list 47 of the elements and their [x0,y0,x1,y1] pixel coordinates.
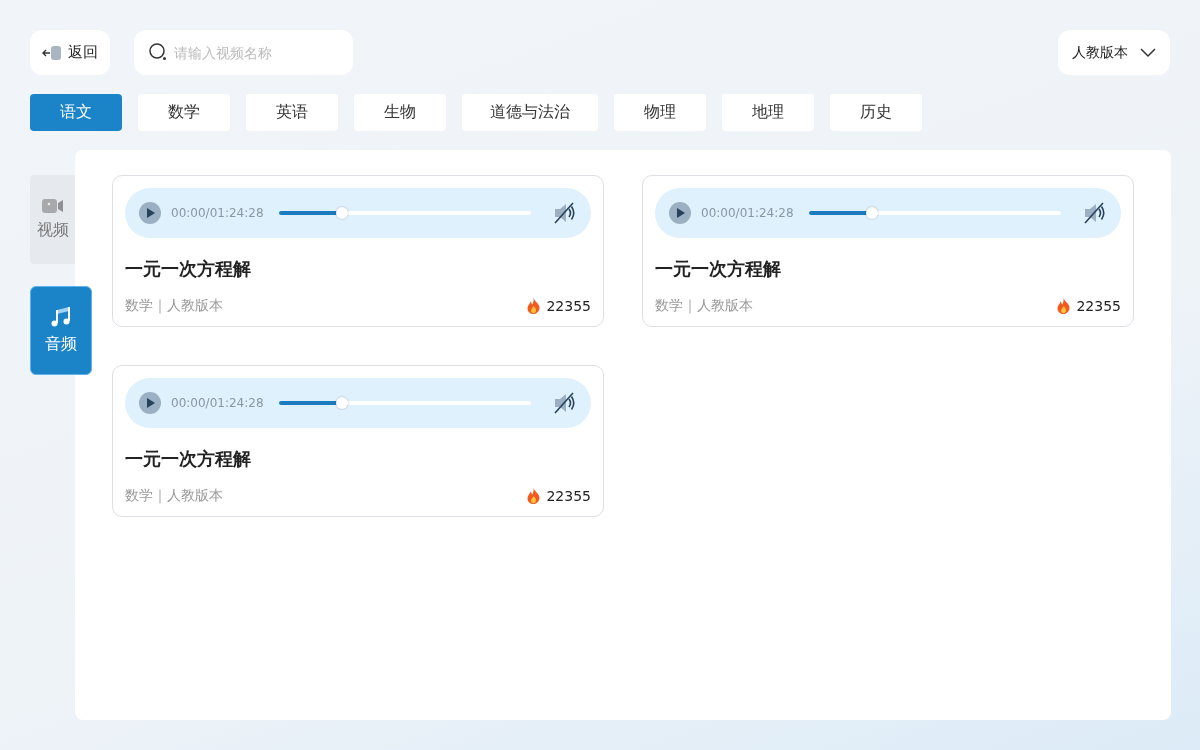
play-icon[interactable] [139,392,161,414]
back-arrow-icon [42,43,62,62]
muted-speaker-icon[interactable] [553,392,577,414]
subject-tab[interactable]: 语文 [30,94,122,131]
audio-title: 一元一次方程解 [125,257,252,281]
chevron-down-icon [1140,47,1156,58]
playback-time: 00:00/01:24:28 [701,206,795,220]
edition-dropdown[interactable]: 人教版本 [1058,30,1170,75]
audio-title: 一元一次方程解 [125,447,252,471]
muted-speaker-icon[interactable] [553,202,577,224]
media-tab-label: 视频 [36,220,69,241]
play-icon[interactable] [139,202,161,224]
audio-meta: 数学｜人教版本 [655,297,753,315]
search-field[interactable]: 请输入视频名称 [134,30,353,75]
media-tab[interactable]: 音频 [30,286,92,375]
audio-card[interactable]: 00:00/01:24:28 一元一次方程解 数学｜人教版本 22355 [112,365,604,517]
subject-tab[interactable]: 数学 [138,94,230,131]
subject-tab[interactable]: 英语 [246,94,338,131]
subject-tab[interactable]: 历史 [830,94,922,131]
muted-speaker-icon[interactable] [1083,202,1107,224]
audio-meta: 数学｜人教版本 [125,487,223,505]
audio-card[interactable]: 00:00/01:24:28 一元一次方程解 数学｜人教版本 22355 [642,175,1134,327]
view-count: 22355 [546,488,591,504]
progress-thumb[interactable] [866,207,878,219]
flame-icon [1057,298,1071,314]
subject-tab[interactable]: 道德与法治 [462,94,598,131]
audio-meta: 数学｜人教版本 [125,297,223,315]
view-count: 22355 [1076,298,1121,314]
playback-time: 00:00/01:24:28 [171,206,265,220]
play-icon[interactable] [669,202,691,224]
flame-icon [527,488,541,504]
media-tab-label: 音频 [45,334,77,355]
progress-thumb[interactable] [336,397,348,409]
subject-tab[interactable]: 地理 [722,94,814,131]
progress-thumb[interactable] [336,207,348,219]
subject-tab[interactable]: 生物 [354,94,446,131]
video-camera-icon [41,198,64,214]
audio-title: 一元一次方程解 [655,257,782,281]
back-button[interactable]: 返回 [30,30,110,75]
playback-time: 00:00/01:24:28 [171,396,265,410]
search-icon [148,42,168,62]
view-count: 22355 [546,298,591,314]
audio-card[interactable]: 00:00/01:24:28 一元一次方程解 数学｜人教版本 22355 [112,175,604,327]
flame-icon [527,298,541,314]
music-note-icon [51,306,71,328]
media-tab[interactable]: 视频 [30,175,75,264]
subject-tab[interactable]: 物理 [614,94,706,131]
